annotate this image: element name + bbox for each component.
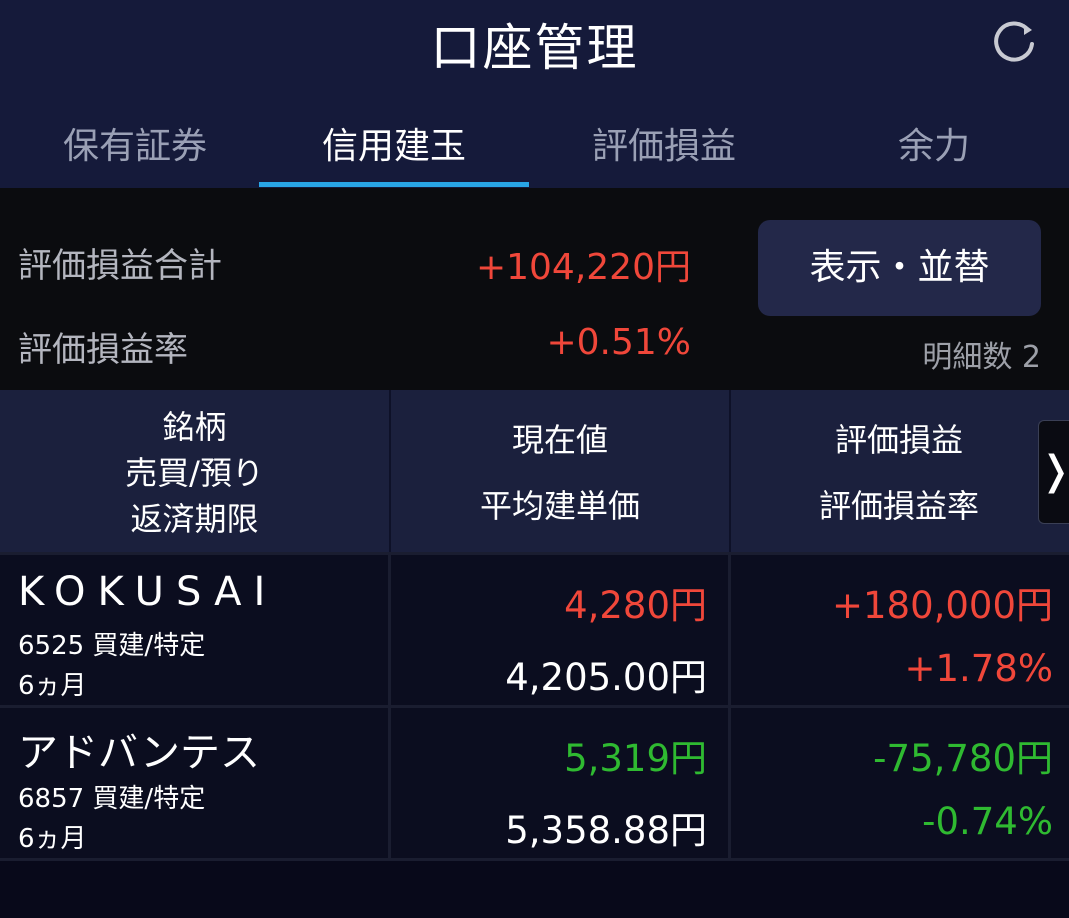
table-header: 銘柄 売買/預り 返済期限 現在値 平均建単価 評価損益 評価損益率	[0, 390, 1069, 552]
profit-loss: -75,780円	[873, 737, 1053, 780]
refresh-icon[interactable]	[988, 16, 1040, 68]
table-row[interactable]: KOKUSAI 6525 買建/特定 6ヵ月 4,280円 4,205.00円 …	[0, 555, 1069, 705]
profit-loss-rate: -0.74%	[922, 800, 1053, 843]
tab-margin-positions[interactable]: 信用建玉	[259, 110, 529, 188]
header-col-price: 現在値 平均建単価	[391, 390, 729, 552]
app-header: 口座管理 保有証券 信用建玉 評価損益 余力	[0, 0, 1069, 188]
pl-rate-value: +0.51%	[546, 322, 691, 363]
column-divider	[728, 555, 731, 858]
stock-name: KOKUSAI	[18, 569, 278, 615]
stock-deadline: 6ヵ月	[18, 824, 87, 854]
profit-loss: +180,000円	[831, 584, 1053, 627]
total-pl-label: 評価損益合計	[18, 246, 222, 286]
header-divider	[389, 390, 391, 552]
header-divider	[729, 390, 731, 552]
header-trade-type: 売買/預り	[125, 454, 264, 492]
detail-count: 明細数 2	[922, 340, 1041, 375]
summary-panel: 評価損益合計 +104,220円 評価損益率 +0.51% 表示・並替 明細数 …	[0, 188, 1069, 390]
table-row[interactable]: アドバンテス 6857 買建/特定 6ヵ月 5,319円 5,358.88円 -…	[0, 708, 1069, 858]
column-divider	[388, 555, 391, 858]
total-pl-value: +104,220円	[475, 247, 691, 288]
tab-buying-power[interactable]: 余力	[799, 110, 1069, 188]
tab-bar: 保有証券 信用建玉 評価損益 余力	[0, 110, 1069, 188]
stock-code-trade: 6857 買建/特定	[18, 784, 206, 814]
stock-name: アドバンテス	[18, 730, 260, 776]
avg-price: 5,358.88円	[505, 809, 707, 852]
chevron-right-icon[interactable]: ❭	[1038, 420, 1069, 524]
header-pl-rate: 評価損益率	[818, 487, 979, 525]
header-pl: 評価損益	[834, 421, 963, 459]
row-separator	[0, 858, 1069, 861]
stock-code-trade: 6525 買建/特定	[18, 631, 206, 661]
profit-loss-rate: +1.78%	[904, 647, 1053, 690]
avg-price: 4,205.00円	[505, 656, 707, 699]
header-col-stock: 銘柄 売買/預り 返済期限	[0, 390, 389, 552]
header-col-pl: 評価損益 評価損益率	[731, 390, 1067, 552]
display-sort-button[interactable]: 表示・並替	[758, 220, 1041, 316]
pl-rate-label: 評価損益率	[18, 330, 188, 370]
tab-profit-loss[interactable]: 評価損益	[529, 110, 799, 188]
tab-holdings[interactable]: 保有証券	[0, 110, 270, 188]
header-current-price: 現在値	[511, 421, 608, 459]
page-title: 口座管理	[430, 19, 639, 77]
header-deadline: 返済期限	[130, 500, 259, 538]
header-stock: 銘柄	[162, 408, 227, 446]
stock-deadline: 6ヵ月	[18, 671, 87, 701]
current-price: 5,319円	[564, 737, 707, 780]
current-price: 4,280円	[564, 584, 707, 627]
header-avg-price: 平均建単価	[479, 487, 640, 525]
active-tab-indicator	[259, 182, 529, 187]
